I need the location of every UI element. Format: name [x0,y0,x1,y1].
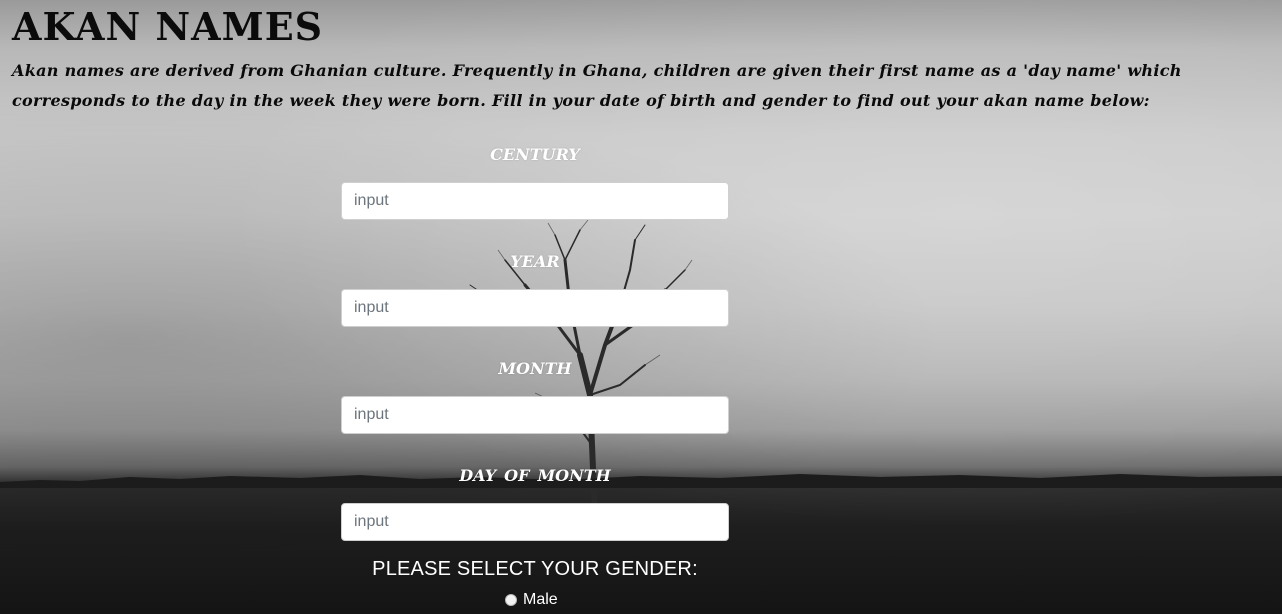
male-radio-button[interactable] [505,594,517,606]
year-label: year [510,246,560,273]
day-of-month-label: day of Month [459,460,611,487]
gender-option-male[interactable]: Male [505,589,558,611]
month-label: month [498,353,572,380]
century-input[interactable] [341,182,729,220]
male-radio-label: Male [523,591,558,608]
day-of-month-input[interactable] [341,503,729,541]
intro-text: Akan names are derived from Ghanian cult… [12,61,1182,110]
gender-prompt: PLEASE SELECT YOUR GENDER: [372,558,698,580]
century-label: century [490,139,580,166]
year-input[interactable] [341,289,729,327]
page-title: AKAN NAMES [12,4,324,49]
month-input[interactable] [341,396,729,434]
